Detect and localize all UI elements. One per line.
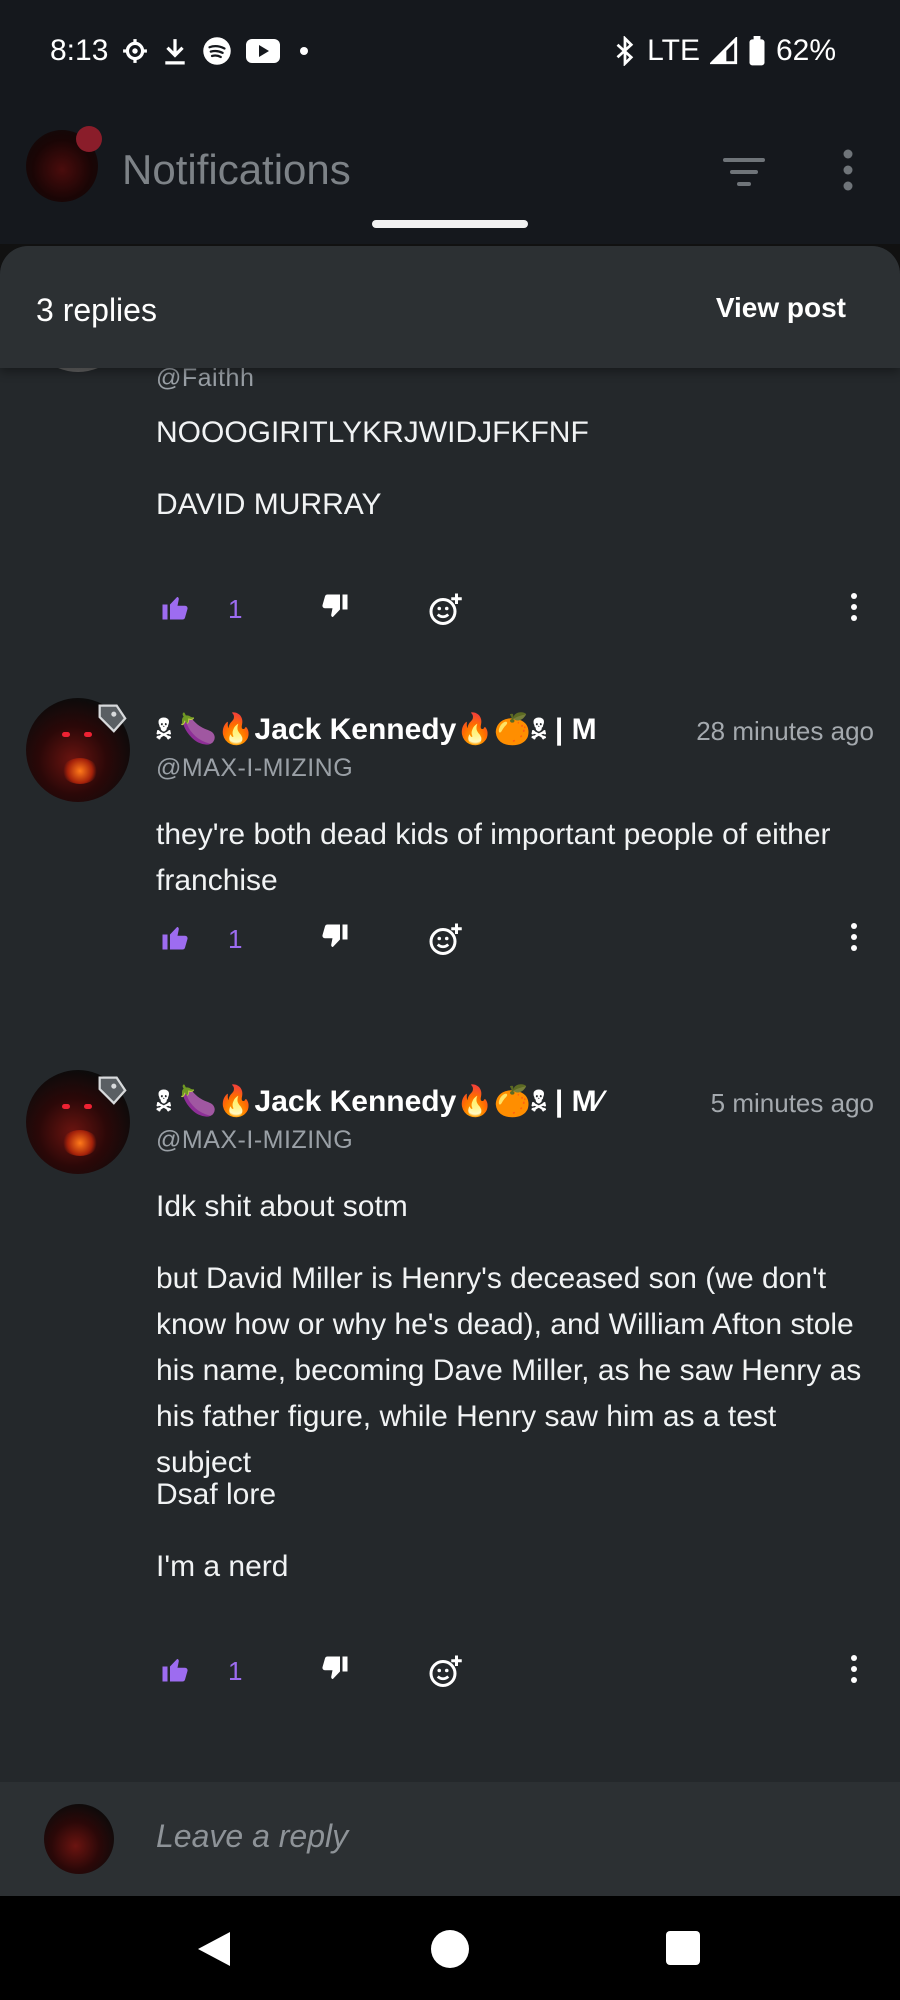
reply-input[interactable]: Leave a reply bbox=[156, 1818, 348, 1855]
comment-text: I'm a nerd bbox=[156, 1550, 289, 1583]
signal-icon bbox=[709, 37, 738, 65]
badge-icon bbox=[98, 704, 127, 733]
home-icon[interactable] bbox=[431, 1930, 469, 1968]
network-label: LTE bbox=[647, 34, 700, 67]
badge-icon bbox=[98, 1076, 127, 1105]
comment-more-icon[interactable] bbox=[848, 922, 860, 952]
sheet-header: 3 replies View post bbox=[0, 246, 900, 368]
app-header: Notifications bbox=[0, 104, 900, 244]
filter-icon[interactable] bbox=[722, 154, 766, 190]
view-post-button[interactable]: View post bbox=[716, 292, 846, 324]
sheet-drag-handle[interactable] bbox=[372, 220, 528, 228]
dislike-icon[interactable] bbox=[320, 592, 350, 622]
avatar-badge-icon bbox=[76, 126, 102, 152]
status-time: 8:13 bbox=[50, 34, 109, 67]
comment-handle[interactable]: @MAX-I-MIZING bbox=[156, 1126, 353, 1155]
battery-label: 62% bbox=[775, 34, 836, 67]
system-nav-bar bbox=[0, 1896, 900, 2000]
dot-icon bbox=[300, 47, 308, 55]
replies-count-title: 3 replies bbox=[36, 292, 157, 328]
more-vert-icon[interactable] bbox=[836, 148, 860, 192]
like-count: 1 bbox=[228, 1656, 243, 1686]
comment-handle[interactable]: @Faithh bbox=[156, 364, 254, 393]
comment-text: DAVID MURRAY bbox=[156, 488, 382, 521]
comment-time: 28 minutes ago bbox=[696, 716, 874, 746]
replies-sheet: 3 replies View post @Faithh NOOOGIRITLYK… bbox=[0, 246, 900, 1896]
add-reaction-icon[interactable] bbox=[428, 592, 464, 628]
notification-icons bbox=[122, 36, 314, 66]
dislike-icon[interactable] bbox=[320, 1654, 350, 1684]
battery-icon bbox=[749, 36, 765, 66]
system-status: LTE 62% bbox=[613, 34, 836, 68]
comment-text: Idk shit about sotm bbox=[156, 1190, 408, 1223]
comment-text: NOOOGIRITLYKRJWIDJFKFNF bbox=[156, 416, 589, 449]
comment-actions: 1 bbox=[156, 922, 876, 962]
add-reaction-icon[interactable] bbox=[428, 922, 464, 958]
reply-bar: Leave a reply bbox=[0, 1782, 900, 1896]
comment-actions: 1 bbox=[156, 592, 876, 632]
bluetooth-icon bbox=[616, 36, 634, 66]
comment-more-icon[interactable] bbox=[848, 1654, 860, 1684]
comment-list: @Faithh NOOOGIRITLYKRJWIDJFKFNF DAVID MU… bbox=[0, 268, 900, 1896]
like-icon[interactable] bbox=[160, 1654, 190, 1684]
comment-display-name[interactable]: 🕱 🍆🔥Jack Kennedy🔥🍊🕱 | M⁄ bbox=[156, 1084, 676, 1119]
comment-text: they're both dead kids of important peop… bbox=[156, 818, 831, 897]
page-title: Notifications bbox=[122, 146, 351, 193]
back-icon[interactable] bbox=[196, 1930, 232, 1968]
comment-text: but David Miller is Henry's deceased son… bbox=[156, 1262, 862, 1479]
recents-icon[interactable] bbox=[666, 1931, 700, 1965]
avatar bbox=[44, 1804, 114, 1874]
comment-handle[interactable]: @MAX-I-MIZING bbox=[156, 754, 353, 783]
status-bar: 8:13 LTE 62% bbox=[0, 0, 900, 104]
comment-display-name[interactable]: 🕱 🍆🔥Jack Kennedy🔥🍊🕱 | M bbox=[156, 712, 656, 747]
comment-more-icon[interactable] bbox=[848, 592, 860, 622]
download-icon bbox=[165, 39, 185, 65]
like-count: 1 bbox=[228, 594, 243, 624]
comment-actions: 1 bbox=[156, 1654, 876, 1694]
spotify-icon bbox=[203, 37, 231, 65]
comment-time: 5 minutes ago bbox=[710, 1088, 874, 1118]
like-icon[interactable] bbox=[160, 922, 190, 952]
like-icon[interactable] bbox=[160, 592, 190, 622]
like-count: 1 bbox=[228, 924, 243, 954]
add-reaction-icon[interactable] bbox=[428, 1654, 464, 1690]
youtube-icon bbox=[246, 39, 280, 63]
settings-icon bbox=[123, 39, 147, 63]
comment-text: Dsaf lore bbox=[156, 1478, 277, 1511]
dislike-icon[interactable] bbox=[320, 922, 350, 952]
